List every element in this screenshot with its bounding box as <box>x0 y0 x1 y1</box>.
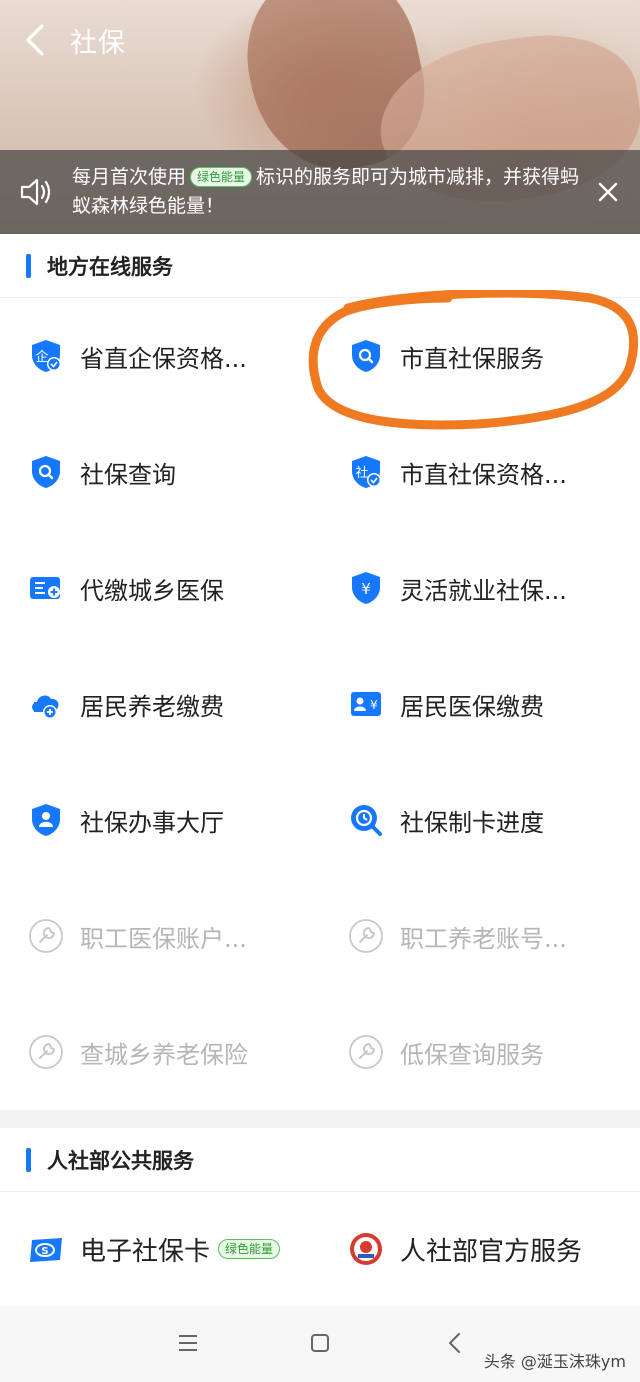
notice-text-before: 每月首次使用 <box>72 166 187 188</box>
section-title: 人社部公共服务 <box>47 1148 194 1173</box>
service-label: 居民养老缴费 <box>80 692 224 721</box>
service-label: 查城乡养老保险 <box>80 1040 248 1069</box>
svg-text:S: S <box>41 1246 48 1257</box>
enterprise-shield-icon: 企 <box>32 340 61 372</box>
wrench-icon <box>349 919 383 953</box>
wrench-icon <box>29 1035 63 1069</box>
menu-nav-button[interactable] <box>173 1328 203 1358</box>
service-label: 低保查询服务 <box>400 1040 544 1069</box>
service-item[interactable]: 低保查询服务 <box>320 994 640 1110</box>
service-label: 职工养老账号... <box>400 924 567 953</box>
service-label: 省直企保资格... <box>80 344 247 373</box>
svg-text:¥: ¥ <box>361 580 371 598</box>
service-label: 市直社保资格... <box>400 460 567 489</box>
back-triangle-icon <box>449 1333 460 1353</box>
service-item[interactable]: 市直社保服务 <box>320 298 640 414</box>
speaker-icon <box>0 177 72 207</box>
chevron-left-icon <box>26 24 44 56</box>
section-title: 地方在线服务 <box>47 254 173 279</box>
close-notice-button[interactable] <box>594 178 622 206</box>
back-nav-button[interactable] <box>440 1328 470 1358</box>
watermark: 头条 @涎玉沫珠ym <box>483 1352 626 1371</box>
service-item[interactable]: ¥ 居民医保缴费 <box>320 646 640 762</box>
service-item[interactable]: 查城乡养老保险 <box>0 994 320 1110</box>
service-grid: S 电子社保卡 绿色能量 人社部官方服务 <box>0 1192 640 1306</box>
qualification-shield-icon: 社 <box>352 456 381 488</box>
person-shield-icon <box>32 804 60 836</box>
service-item[interactable]: 社保办事大厅 <box>0 762 320 878</box>
local-services-section: 地方在线服务 企 省直企保资格... 市直社保服务 社保查询 社 市直社保资格.… <box>0 234 640 1110</box>
service-item[interactable]: 人社部官方服务 <box>320 1192 640 1306</box>
service-label: 社保制卡进度 <box>400 808 544 837</box>
cloud-plus-icon <box>32 695 59 719</box>
service-label: 代缴城乡医保 <box>80 576 224 605</box>
card-plus-icon <box>30 577 60 599</box>
section-header: 地方在线服务 <box>0 234 640 298</box>
progress-search-icon <box>351 805 382 836</box>
wrench-icon <box>29 919 63 953</box>
green-energy-tag: 绿色能量 <box>190 167 253 187</box>
service-label: 电子社保卡 <box>80 1236 211 1267</box>
service-label: 市直社保服务 <box>400 344 544 373</box>
service-grid: 企 省直企保资格... 市直社保服务 社保查询 社 市直社保资格... 代缴城乡… <box>0 298 640 1110</box>
search-shield-icon <box>352 340 380 372</box>
notice-text: 每月首次使用 绿色能量 标识的服务即可为城市减排，并获得蚂蚁森林绿色能量！ <box>72 163 582 221</box>
square-home-icon <box>311 1334 329 1352</box>
svg-text:企: 企 <box>35 349 48 365</box>
public-services-section: 人社部公共服务 S 电子社保卡 绿色能量 人社部官方服务 <box>0 1128 640 1306</box>
yuan-shield-icon: ¥ <box>352 572 380 604</box>
service-item[interactable]: 社 市直社保资格... <box>320 414 640 530</box>
home-nav-button[interactable] <box>305 1328 335 1358</box>
service-item[interactable]: 企 省直企保资格... <box>0 298 320 414</box>
service-item[interactable]: ¥ 灵活就业社保... <box>320 530 640 646</box>
service-item[interactable]: 居民养老缴费 <box>0 646 320 762</box>
service-label: 灵活就业社保... <box>400 576 567 605</box>
service-item[interactable]: 职工医保账户... <box>0 878 320 994</box>
green-energy-tag: 绿色能量 <box>218 1239 281 1259</box>
service-label: 职工医保账户... <box>80 924 247 953</box>
social-security-card-icon: S <box>30 1238 62 1262</box>
service-label: 居民医保缴费 <box>400 692 544 721</box>
section-accent-bar <box>26 1147 31 1172</box>
service-label: 人社部官方服务 <box>400 1236 583 1267</box>
service-item[interactable]: 代缴城乡医保 <box>0 530 320 646</box>
page-title: 社保 <box>70 27 126 59</box>
service-item[interactable]: 社保查询 <box>0 414 320 530</box>
close-icon <box>598 182 618 202</box>
id-card-yuan-icon: ¥ <box>351 692 381 716</box>
search-shield-icon <box>32 456 60 488</box>
service-label: 社保办事大厅 <box>80 808 224 837</box>
service-item[interactable]: 职工养老账号... <box>320 878 640 994</box>
wrench-icon <box>349 1035 383 1069</box>
top-bar: 社保 <box>0 0 640 80</box>
service-label: 社保查询 <box>80 460 176 489</box>
service-item[interactable]: S 电子社保卡 绿色能量 <box>0 1192 320 1306</box>
green-energy-notice: 每月首次使用 绿色能量 标识的服务即可为城市减排，并获得蚂蚁森林绿色能量！ <box>0 150 640 234</box>
service-item[interactable]: 社保制卡进度 <box>320 762 640 878</box>
svg-text:¥: ¥ <box>370 698 378 712</box>
section-header: 人社部公共服务 <box>0 1128 640 1192</box>
svg-text:社: 社 <box>355 465 368 481</box>
ministry-emblem-icon <box>350 1233 382 1265</box>
menu-icon <box>179 1335 197 1351</box>
back-button[interactable] <box>0 0 70 80</box>
section-accent-bar <box>26 253 31 278</box>
